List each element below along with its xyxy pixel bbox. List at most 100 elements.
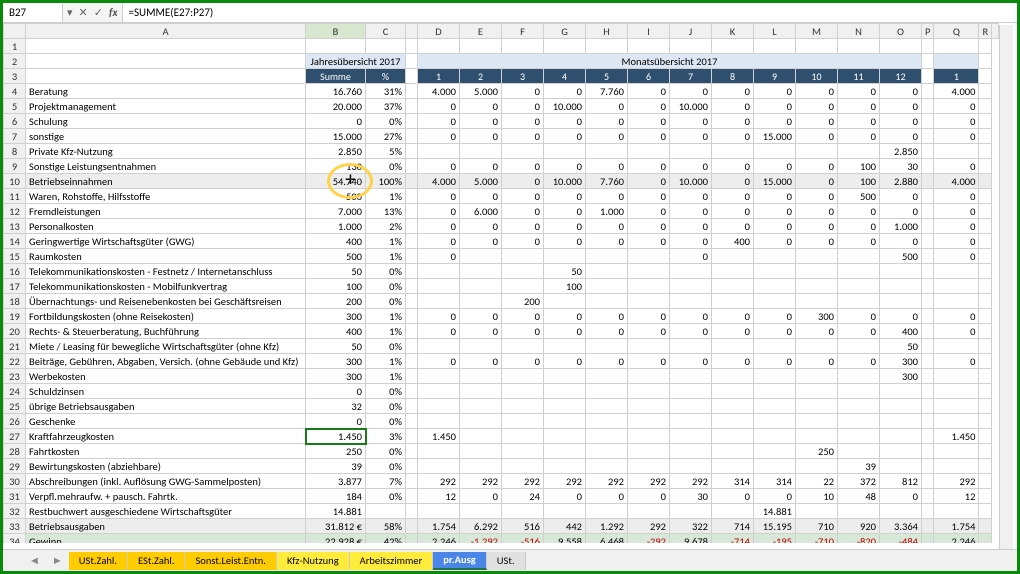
row-label[interactable]: Fremdleistungen	[26, 204, 306, 219]
cell[interactable]	[502, 414, 544, 429]
cell[interactable]: 0	[628, 219, 670, 234]
cell[interactable]	[880, 264, 922, 279]
cell[interactable]: 0	[586, 309, 628, 324]
cell[interactable]: 0	[796, 354, 838, 369]
col-header-F[interactable]: F	[502, 24, 544, 39]
cell[interactable]: 0	[586, 219, 628, 234]
cell[interactable]: 14.881	[306, 504, 366, 519]
cell[interactable]: 0	[586, 114, 628, 129]
cell[interactable]: 7.760	[586, 174, 628, 189]
cell[interactable]	[934, 264, 979, 279]
cell[interactable]	[754, 264, 796, 279]
row-label[interactable]: Betriebseinnahmen	[26, 174, 306, 189]
cell[interactable]: 0	[460, 354, 502, 369]
cell[interactable]	[796, 279, 838, 294]
cell[interactable]	[796, 384, 838, 399]
tabs-prev-icon[interactable]: ◄	[23, 554, 46, 567]
cell[interactable]: 0	[838, 234, 880, 249]
cell[interactable]: 0	[460, 489, 502, 504]
row-header[interactable]: 19	[4, 309, 26, 324]
cell[interactable]: 4.000	[418, 174, 460, 189]
row-header[interactable]: 17	[4, 279, 26, 294]
row-label[interactable]: Raumkosten	[26, 249, 306, 264]
row-header[interactable]: 14	[4, 234, 26, 249]
cell[interactable]	[880, 384, 922, 399]
cell[interactable]: 400	[880, 324, 922, 339]
cell[interactable]	[934, 369, 979, 384]
cell[interactable]: 0	[934, 234, 979, 249]
spreadsheet-grid[interactable]: ABCDEFGHIJKLMNOPQR12Jahresübersicht 2017…	[3, 23, 1017, 543]
cell[interactable]	[670, 429, 712, 444]
cell[interactable]: -195	[754, 534, 796, 544]
cell[interactable]: 0	[628, 114, 670, 129]
cell[interactable]: 0	[418, 189, 460, 204]
cell[interactable]	[838, 249, 880, 264]
cell[interactable]	[754, 249, 796, 264]
cell[interactable]: 0	[586, 189, 628, 204]
col-header-G[interactable]: G	[544, 24, 586, 39]
cell[interactable]	[586, 294, 628, 309]
col-header-P[interactable]: P	[922, 24, 934, 39]
cell[interactable]: 0	[502, 114, 544, 129]
row-label[interactable]: übrige Betriebsausgaben	[26, 399, 306, 414]
cell[interactable]: 0	[418, 99, 460, 114]
row-label[interactable]: Verpfl.mehraufw. + pausch. Fahrtk.	[26, 489, 306, 504]
cell[interactable]: 0	[838, 354, 880, 369]
cell[interactable]: 5%	[366, 144, 406, 159]
cell[interactable]: 39	[838, 459, 880, 474]
cell[interactable]: 7%	[366, 474, 406, 489]
cell[interactable]: 0%	[366, 159, 406, 174]
col-header-R[interactable]: R	[979, 24, 992, 39]
cell[interactable]: 0	[670, 219, 712, 234]
row-label[interactable]: Rechts- & Steuerberatung, Buchführung	[26, 324, 306, 339]
cell[interactable]: 0	[796, 99, 838, 114]
name-box-dropdown-icon[interactable]: ▾	[67, 6, 73, 19]
cell[interactable]: 7.760	[586, 84, 628, 99]
cell[interactable]: 0	[796, 324, 838, 339]
cell[interactable]	[460, 339, 502, 354]
cell[interactable]: 0	[544, 129, 586, 144]
cell[interactable]: 100%	[366, 174, 406, 189]
cell[interactable]: 20.000	[306, 99, 366, 114]
cell[interactable]: 0	[934, 99, 979, 114]
cell[interactable]: -710	[796, 534, 838, 544]
cell[interactable]: 0%	[366, 399, 406, 414]
cell[interactable]: 0	[460, 114, 502, 129]
cell[interactable]: 0	[544, 219, 586, 234]
cell[interactable]: 30	[880, 159, 922, 174]
cell[interactable]: 0	[712, 99, 754, 114]
cell[interactable]	[460, 294, 502, 309]
row-label[interactable]: Beiträge, Gebühren, Abgaben, Versich. (o…	[26, 354, 306, 369]
cell[interactable]: 0	[934, 114, 979, 129]
cell[interactable]: 0	[586, 489, 628, 504]
cell[interactable]: 0	[628, 99, 670, 114]
cell[interactable]: 3.877	[306, 474, 366, 489]
row-header[interactable]: 16	[4, 264, 26, 279]
cell[interactable]: 400	[306, 324, 366, 339]
cell[interactable]	[418, 504, 460, 519]
cell[interactable]	[586, 384, 628, 399]
cell[interactable]: 0	[544, 309, 586, 324]
cell[interactable]	[460, 504, 502, 519]
cell[interactable]: 0	[838, 309, 880, 324]
cell[interactable]: -516	[502, 534, 544, 544]
cell[interactable]: 0	[934, 249, 979, 264]
cell[interactable]: 516	[502, 519, 544, 534]
cell[interactable]: 0	[586, 324, 628, 339]
cell[interactable]: 0	[670, 189, 712, 204]
row-header[interactable]: 1	[4, 39, 26, 54]
cell[interactable]	[460, 444, 502, 459]
cell[interactable]	[670, 399, 712, 414]
cell[interactable]: 300	[796, 309, 838, 324]
cell[interactable]	[796, 264, 838, 279]
cell[interactable]	[712, 459, 754, 474]
cell[interactable]	[838, 399, 880, 414]
row-header[interactable]: 6	[4, 114, 26, 129]
cell[interactable]	[934, 444, 979, 459]
cell[interactable]: -292	[628, 534, 670, 544]
cell[interactable]: 300	[306, 309, 366, 324]
cell[interactable]	[418, 384, 460, 399]
cell[interactable]: 10.000	[544, 174, 586, 189]
cell[interactable]: 292	[544, 474, 586, 489]
cell[interactable]: 14.881	[754, 504, 796, 519]
